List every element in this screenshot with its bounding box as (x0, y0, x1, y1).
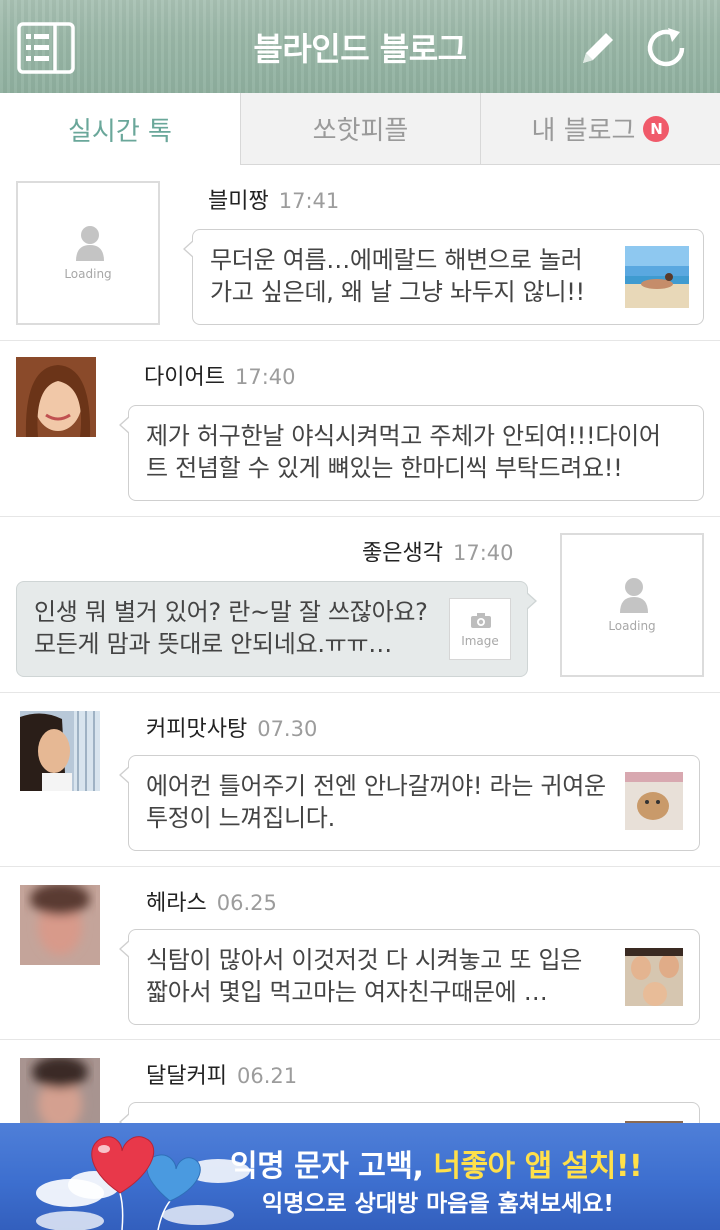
message-line: 투정이 느껴집니다. (146, 804, 335, 832)
banner-headline: 익명 문자 고백, 너좋아 앱 설치!! (230, 1141, 643, 1185)
message-line: 식탐이 많아서 이것저것 다 시켜놓고 또 입은 (146, 946, 583, 974)
message-line: 트 전념할 수 있게 뼈있는 한마디씩 부탁드려요!! (146, 454, 623, 482)
people-thumbnail[interactable] (625, 948, 683, 1006)
post-author[interactable]: 블미짱 17:41 (208, 183, 339, 215)
tab-label: 내 블로그 (531, 116, 636, 146)
author-name: 블미짱 (208, 189, 269, 214)
list-item[interactable]: 달달커피 06.21 (0, 1040, 720, 1123)
ad-banner[interactable]: 익명 문자 고백, 너좋아 앱 설치!! 익명으로 상대방 마음을 훔쳐보세요! (0, 1123, 720, 1230)
list-item[interactable]: Loading 블미짱 17:41 무더운 여름…에메랄드 해변으로 놀러 가고 … (0, 165, 720, 341)
avatar[interactable] (16, 357, 96, 437)
message-line: 제가 허구한날 야식시켜먹고 주체가 안되여!!!다이어 (146, 422, 661, 450)
message-bubble[interactable]: 식탐이 많아서 이것저것 다 시켜놓고 또 입은 짧아서 몇입 먹고마는 여자친… (119, 929, 700, 1025)
post-time: 17:40 (452, 541, 514, 565)
heart-balloons-icon (91, 1136, 201, 1230)
banner-headline-part: 익명 문자 고백, (230, 1149, 434, 1184)
message-line: 인생 뭐 별거 있어? 란~말 잘 쓰잖아요? (34, 598, 428, 626)
tab-label: 실시간 톡 (68, 116, 172, 147)
author-name: 커피맛사탕 (146, 717, 248, 742)
tab-label: 쏘핫피플 (312, 116, 409, 146)
write-button[interactable] (568, 18, 628, 78)
refresh-icon (647, 28, 685, 67)
avatar-image (20, 711, 100, 791)
message-line: 모든게 맘과 뜻대로 안되네요.ㅠㅠ… (34, 630, 392, 658)
banner-headline-part: 앱 설치!! (514, 1149, 643, 1184)
message-bubble[interactable]: 에어컨 틀어주기 전엔 안나갈꺼야! 라는 귀여운 투정이 느껴집니다. (119, 755, 700, 851)
post-time: 17:40 (234, 365, 296, 389)
people-image (625, 948, 683, 1006)
message-bubble[interactable]: 인생 뭐 별거 있어? 란~말 잘 쓰잖아요? 모든게 맘과 뜻대로 안되네요.… (16, 581, 537, 677)
avatar[interactable] (20, 1058, 100, 1123)
message-bubble[interactable] (119, 1102, 700, 1123)
list-item[interactable]: 헤라스 06.25 식탐이 많아서 이것저것 다 시켜놓고 또 입은 짧아서 몇입… (0, 867, 720, 1040)
author-name: 좋은생각 (362, 541, 443, 566)
post-author[interactable]: 좋은생각 17:40 (362, 535, 514, 567)
dog-image (625, 772, 683, 830)
beach-thumbnail[interactable] (625, 246, 689, 308)
author-name: 달달커피 (146, 1064, 227, 1089)
post-author[interactable]: 다이어트 17:40 (144, 359, 296, 391)
author-name: 헤라스 (146, 891, 207, 916)
tab-hot-people[interactable]: 쏘핫피플 (240, 93, 480, 165)
tab-bar: 실시간 톡 쏘핫피플 내 블로그 N (0, 93, 720, 165)
post-time: 06.25 (216, 891, 277, 915)
message-bubble[interactable]: 제가 허구한날 야식시켜먹고 주체가 안되여!!!다이어 트 전념할 수 있게 … (119, 405, 704, 501)
avatar-image (20, 885, 100, 965)
author-name: 다이어트 (144, 365, 225, 390)
banner-subtitle: 익명으로 상대방 마음을 훔쳐보세요! (262, 1191, 614, 1217)
post-author[interactable]: 달달커피 06.21 (146, 1058, 297, 1090)
message-line: 무더운 여름…에메랄드 해변으로 놀러 (210, 246, 583, 274)
message-bubble[interactable]: 무더운 여름…에메랄드 해변으로 놀러 가고 싶은데, 왜 날 그냥 놔두지 않… (183, 229, 704, 325)
avatar[interactable] (20, 885, 100, 965)
dog-thumbnail[interactable] (625, 772, 683, 830)
pencil-icon (583, 33, 613, 63)
message-line: 에어컨 틀어주기 전엔 안나갈꺼야! 라는 귀여운 (146, 772, 606, 800)
avatar-placeholder: Loading (16, 181, 160, 325)
message-line: 가고 싶은데, 왜 날 그냥 놔두지 않니!! (210, 278, 585, 306)
tab-my-blog[interactable]: 내 블로그 N (480, 93, 720, 165)
post-author[interactable]: 헤라스 06.25 (146, 885, 277, 917)
loading-label: Loading (64, 267, 112, 281)
tab-realtime-talk[interactable]: 실시간 톡 (0, 93, 240, 165)
image-label: Image (461, 634, 499, 648)
avatar-image (20, 1058, 100, 1123)
banner-app-name: 너좋아 (433, 1149, 515, 1184)
beach-image (625, 246, 689, 308)
message-line: 짧아서 몇입 먹고마는 여자친구때문에 … (146, 978, 548, 1006)
list-item[interactable]: 다이어트 17:40 제가 허구한날 야식시켜먹고 주체가 안되여!!!다이어 트… (0, 341, 720, 517)
user-silhouette-icon (76, 226, 104, 261)
camera-icon (471, 613, 491, 628)
user-silhouette-icon (620, 578, 648, 613)
list-item[interactable]: 커피맛사탕 07.30 에어컨 틀어주기 전엔 안나갈꺼야! 라는 귀여운 투정이… (0, 693, 720, 867)
image-placeholder[interactable]: Image (449, 598, 511, 660)
app-header: 블라인드 블로그 (0, 0, 720, 93)
post-time: 07.30 (257, 717, 318, 741)
refresh-button[interactable] (636, 18, 696, 78)
new-badge: N (643, 115, 670, 142)
post-author[interactable]: 커피맛사탕 07.30 (146, 711, 317, 743)
loading-label: Loading (608, 619, 656, 633)
talk-feed[interactable]: Loading 블미짱 17:41 무더운 여름…에메랄드 해변으로 놀러 가고 … (0, 165, 720, 1123)
avatar[interactable] (20, 711, 100, 791)
avatar-image (16, 357, 96, 437)
post-time: 06.21 (236, 1064, 298, 1088)
avatar-placeholder: Loading (560, 533, 704, 677)
post-time: 17:41 (278, 189, 340, 213)
list-item[interactable]: 좋은생각 17:40 Loading 인생 뭐 별거 있어? 란~말 잘 쓰잖아요… (0, 517, 720, 693)
